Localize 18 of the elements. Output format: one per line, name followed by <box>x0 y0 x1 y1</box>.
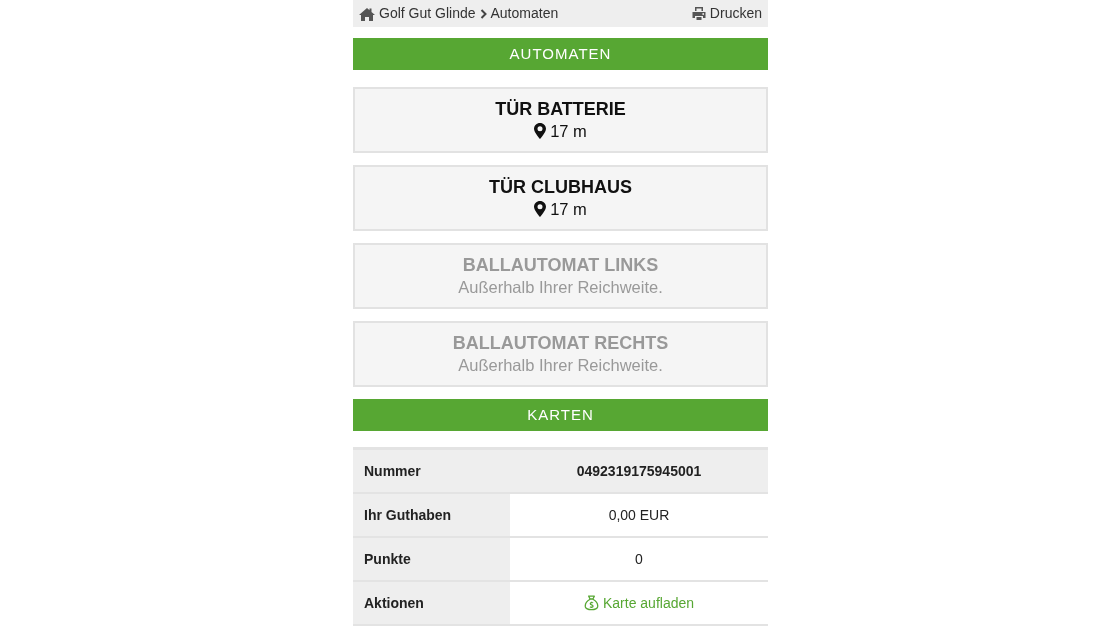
table-cell: Nummer <box>353 450 510 492</box>
chevron-right-icon <box>479 8 487 19</box>
section-header: AUTOMATEN <box>353 38 768 70</box>
location-pin-icon <box>534 123 547 139</box>
location-pin-icon <box>534 201 547 217</box>
printer-icon <box>691 7 706 20</box>
table-cell: Ihr Guthaben <box>353 494 510 536</box>
home-icon[interactable] <box>359 6 375 21</box>
money-bag-icon <box>583 595 599 611</box>
machine-button[interactable]: TÜR CLUBHAUS 17 m <box>353 165 768 231</box>
section-header: KARTEN <box>353 399 768 431</box>
table-cell: 0492319175945001 <box>510 450 768 492</box>
machine-button[interactable]: TÜR BATTERIE 17 m <box>353 87 768 153</box>
table-cell: Aktionen <box>353 582 510 624</box>
table-cell: Punkte <box>353 538 510 580</box>
print-button[interactable]: Drucken <box>691 3 762 24</box>
breadcrumb-current: Automaten <box>490 4 559 23</box>
breadcrumb-link[interactable]: Golf Gut Glinde <box>379 3 476 24</box>
